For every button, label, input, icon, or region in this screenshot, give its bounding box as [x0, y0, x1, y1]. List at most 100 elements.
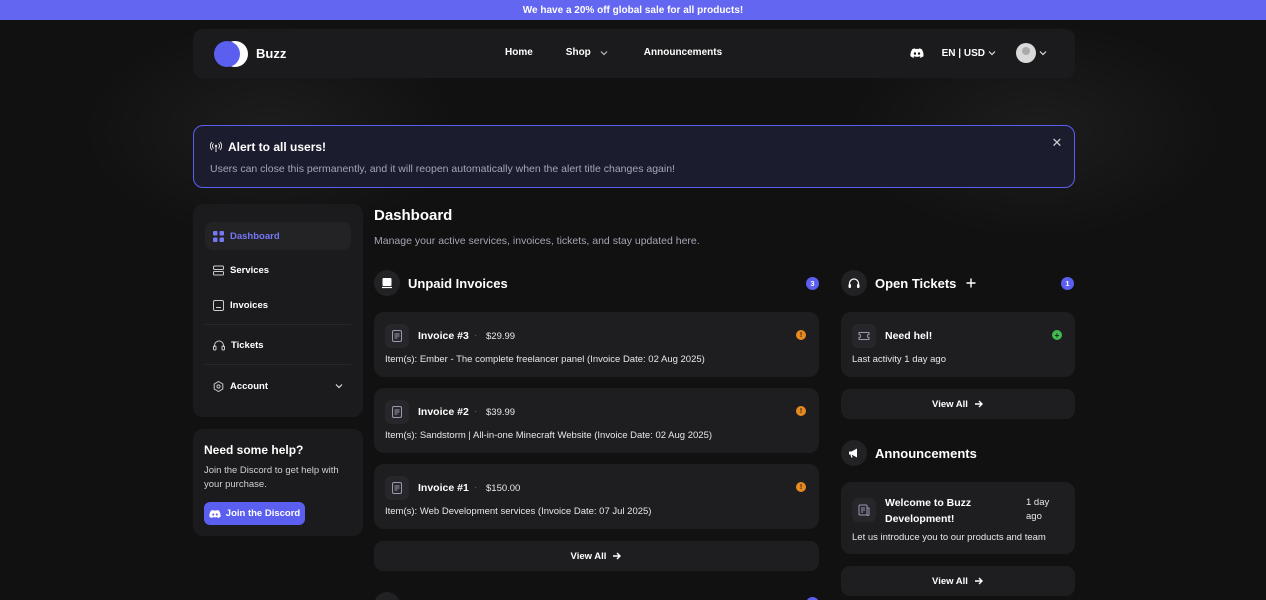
- invoice-items: Item(s): Sandstorm | All-in-one Minecraf…: [385, 430, 713, 441]
- alert-box: Alert to all users! Users can close this…: [193, 125, 1075, 188]
- status-open-icon: +: [1052, 330, 1062, 340]
- brand-logo[interactable]: [214, 41, 248, 67]
- next-section-icon: [374, 592, 400, 600]
- view-all-label: View All: [932, 398, 968, 410]
- arrow-right-icon: [613, 552, 622, 560]
- user-avatar[interactable]: [1016, 43, 1036, 63]
- sidebar-item-label: Tickets: [231, 339, 264, 351]
- help-title: Need some help?: [204, 443, 304, 457]
- view-all-label: View All: [932, 575, 968, 587]
- sidebar-item-account[interactable]: Account: [205, 372, 351, 400]
- nav-link-announcements[interactable]: Announcements: [644, 47, 722, 58]
- arrow-right-icon: [974, 577, 983, 585]
- sidebar-item-label: Account: [230, 380, 268, 392]
- promo-banner: We have a 20% off global sale for all pr…: [0, 0, 1266, 20]
- document-icon: [392, 406, 402, 418]
- help-text: Join the Discord to get help with your p…: [204, 465, 339, 490]
- invoice-amount: $39.99: [486, 407, 516, 418]
- server-icon: [213, 265, 224, 275]
- nav-link-home[interactable]: Home: [505, 47, 533, 58]
- document-icon: [392, 482, 402, 494]
- invoices-view-all-button[interactable]: View All: [374, 541, 819, 571]
- sidebar: Dashboard Services Invoices Tickets Acco…: [193, 204, 363, 417]
- locale-label: EN | USD: [941, 47, 985, 59]
- sidebar-item-dashboard[interactable]: Dashboard: [205, 222, 351, 250]
- nav-link-home-label: Home: [505, 47, 533, 58]
- tickets-title: Open Tickets: [875, 275, 957, 291]
- help-card: Need some help? Join the Discord to get …: [193, 429, 363, 536]
- chevron-down-icon: [600, 50, 608, 55]
- megaphone-icon: [849, 448, 857, 458]
- chevron-down-icon: [335, 384, 343, 389]
- announcements-view-all-button[interactable]: View All: [841, 566, 1075, 596]
- invoice-doc-icon: [385, 400, 409, 424]
- invoices-header: Unpaid Invoices: [374, 270, 508, 296]
- nav-link-shop[interactable]: Shop: [566, 47, 608, 58]
- broadcast-icon: [210, 141, 222, 152]
- close-icon[interactable]: ✕: [1050, 136, 1064, 150]
- announcement-time: 1 day ago: [1026, 497, 1050, 522]
- sidebar-divider: [205, 364, 351, 365]
- sidebar-item-tickets[interactable]: Tickets: [205, 331, 351, 359]
- tickets-section-icon: [841, 270, 867, 296]
- tickets-header: Open Tickets: [841, 270, 976, 296]
- invoice-card[interactable]: Invoice #2 · $39.99 Item(s): Sandstorm |…: [374, 388, 819, 453]
- announcement-card[interactable]: Welcome to Buzz Development! 1 day ago L…: [841, 482, 1075, 554]
- ticket-icon: [858, 332, 870, 340]
- announcements-section-icon: [841, 440, 867, 466]
- alert-title-text: Alert to all users!: [228, 140, 327, 154]
- discord-icon[interactable]: [910, 46, 924, 60]
- announcement-icon-box: [852, 498, 876, 522]
- invoice-card[interactable]: Invoice #1 · $150.00 Item(s): Web Develo…: [374, 464, 819, 529]
- invoice-name: Invoice #1: [418, 482, 469, 494]
- sidebar-item-services[interactable]: Services: [205, 256, 351, 284]
- chevron-down-icon: [988, 51, 996, 56]
- invoice-items: Item(s): Web Development services (Invoi…: [385, 506, 652, 517]
- ticket-card[interactable]: Need hel! Last activity 1 day ago +: [841, 312, 1075, 377]
- invoice-icon: [213, 299, 224, 311]
- invoices-count-badge: 3: [806, 277, 819, 290]
- separator-dot: ·: [474, 406, 478, 417]
- announcements-header: Announcements: [841, 440, 977, 466]
- discord-icon: [209, 509, 221, 518]
- separator-dot: ·: [474, 330, 478, 341]
- ticket-name: Need hel!: [885, 330, 933, 342]
- sidebar-item-label: Services: [230, 264, 270, 276]
- page-title: Dashboard: [374, 207, 453, 224]
- tickets-view-all-button[interactable]: View All: [841, 389, 1075, 419]
- gear-icon: [213, 380, 224, 392]
- warning-icon: !: [796, 406, 806, 416]
- invoice-doc-icon: [385, 476, 409, 500]
- logo-circle-front: [214, 41, 240, 67]
- invoice-name: Invoice #2: [418, 406, 469, 418]
- headset-icon: [213, 340, 225, 350]
- invoice-name: Invoice #3: [418, 330, 469, 342]
- plus-icon[interactable]: [966, 278, 976, 288]
- news-icon: [858, 504, 870, 516]
- announcements-title: Announcements: [875, 445, 977, 461]
- sidebar-item-label: Dashboard: [230, 230, 280, 242]
- nav-right: EN | USD: [910, 43, 1047, 63]
- invoice-amount: $29.99: [486, 331, 516, 342]
- headset-icon: [848, 277, 860, 288]
- join-discord-button[interactable]: Join the Discord: [204, 502, 305, 525]
- ticket-activity: Last activity 1 day ago: [852, 354, 946, 365]
- invoice-items: Item(s): Ember - The complete freelancer…: [385, 354, 705, 365]
- sidebar-divider: [205, 324, 351, 325]
- locale-selector[interactable]: EN | USD: [942, 48, 996, 59]
- invoice-amount: $150.00: [486, 483, 521, 494]
- promo-banner-text: We have a 20% off global sale for all pr…: [522, 4, 744, 16]
- arrow-right-icon: [974, 400, 983, 408]
- alert-title: Alert to all users!: [210, 140, 326, 154]
- ticket-icon-box: [852, 324, 876, 348]
- invoice-doc-icon: [385, 324, 409, 348]
- grid-icon: [213, 230, 224, 242]
- page-subtitle: Manage your active services, invoices, t…: [374, 235, 700, 247]
- brand-name[interactable]: Buzz: [256, 46, 286, 61]
- view-all-label: View All: [570, 550, 607, 562]
- nav-link-announcements-label: Announcements: [643, 47, 723, 58]
- chevron-down-icon[interactable]: [1039, 49, 1047, 57]
- warning-icon: !: [796, 482, 806, 492]
- sidebar-item-invoices[interactable]: Invoices: [205, 291, 351, 319]
- invoice-card[interactable]: Invoice #3 · $29.99 Item(s): Ember - The…: [374, 312, 819, 377]
